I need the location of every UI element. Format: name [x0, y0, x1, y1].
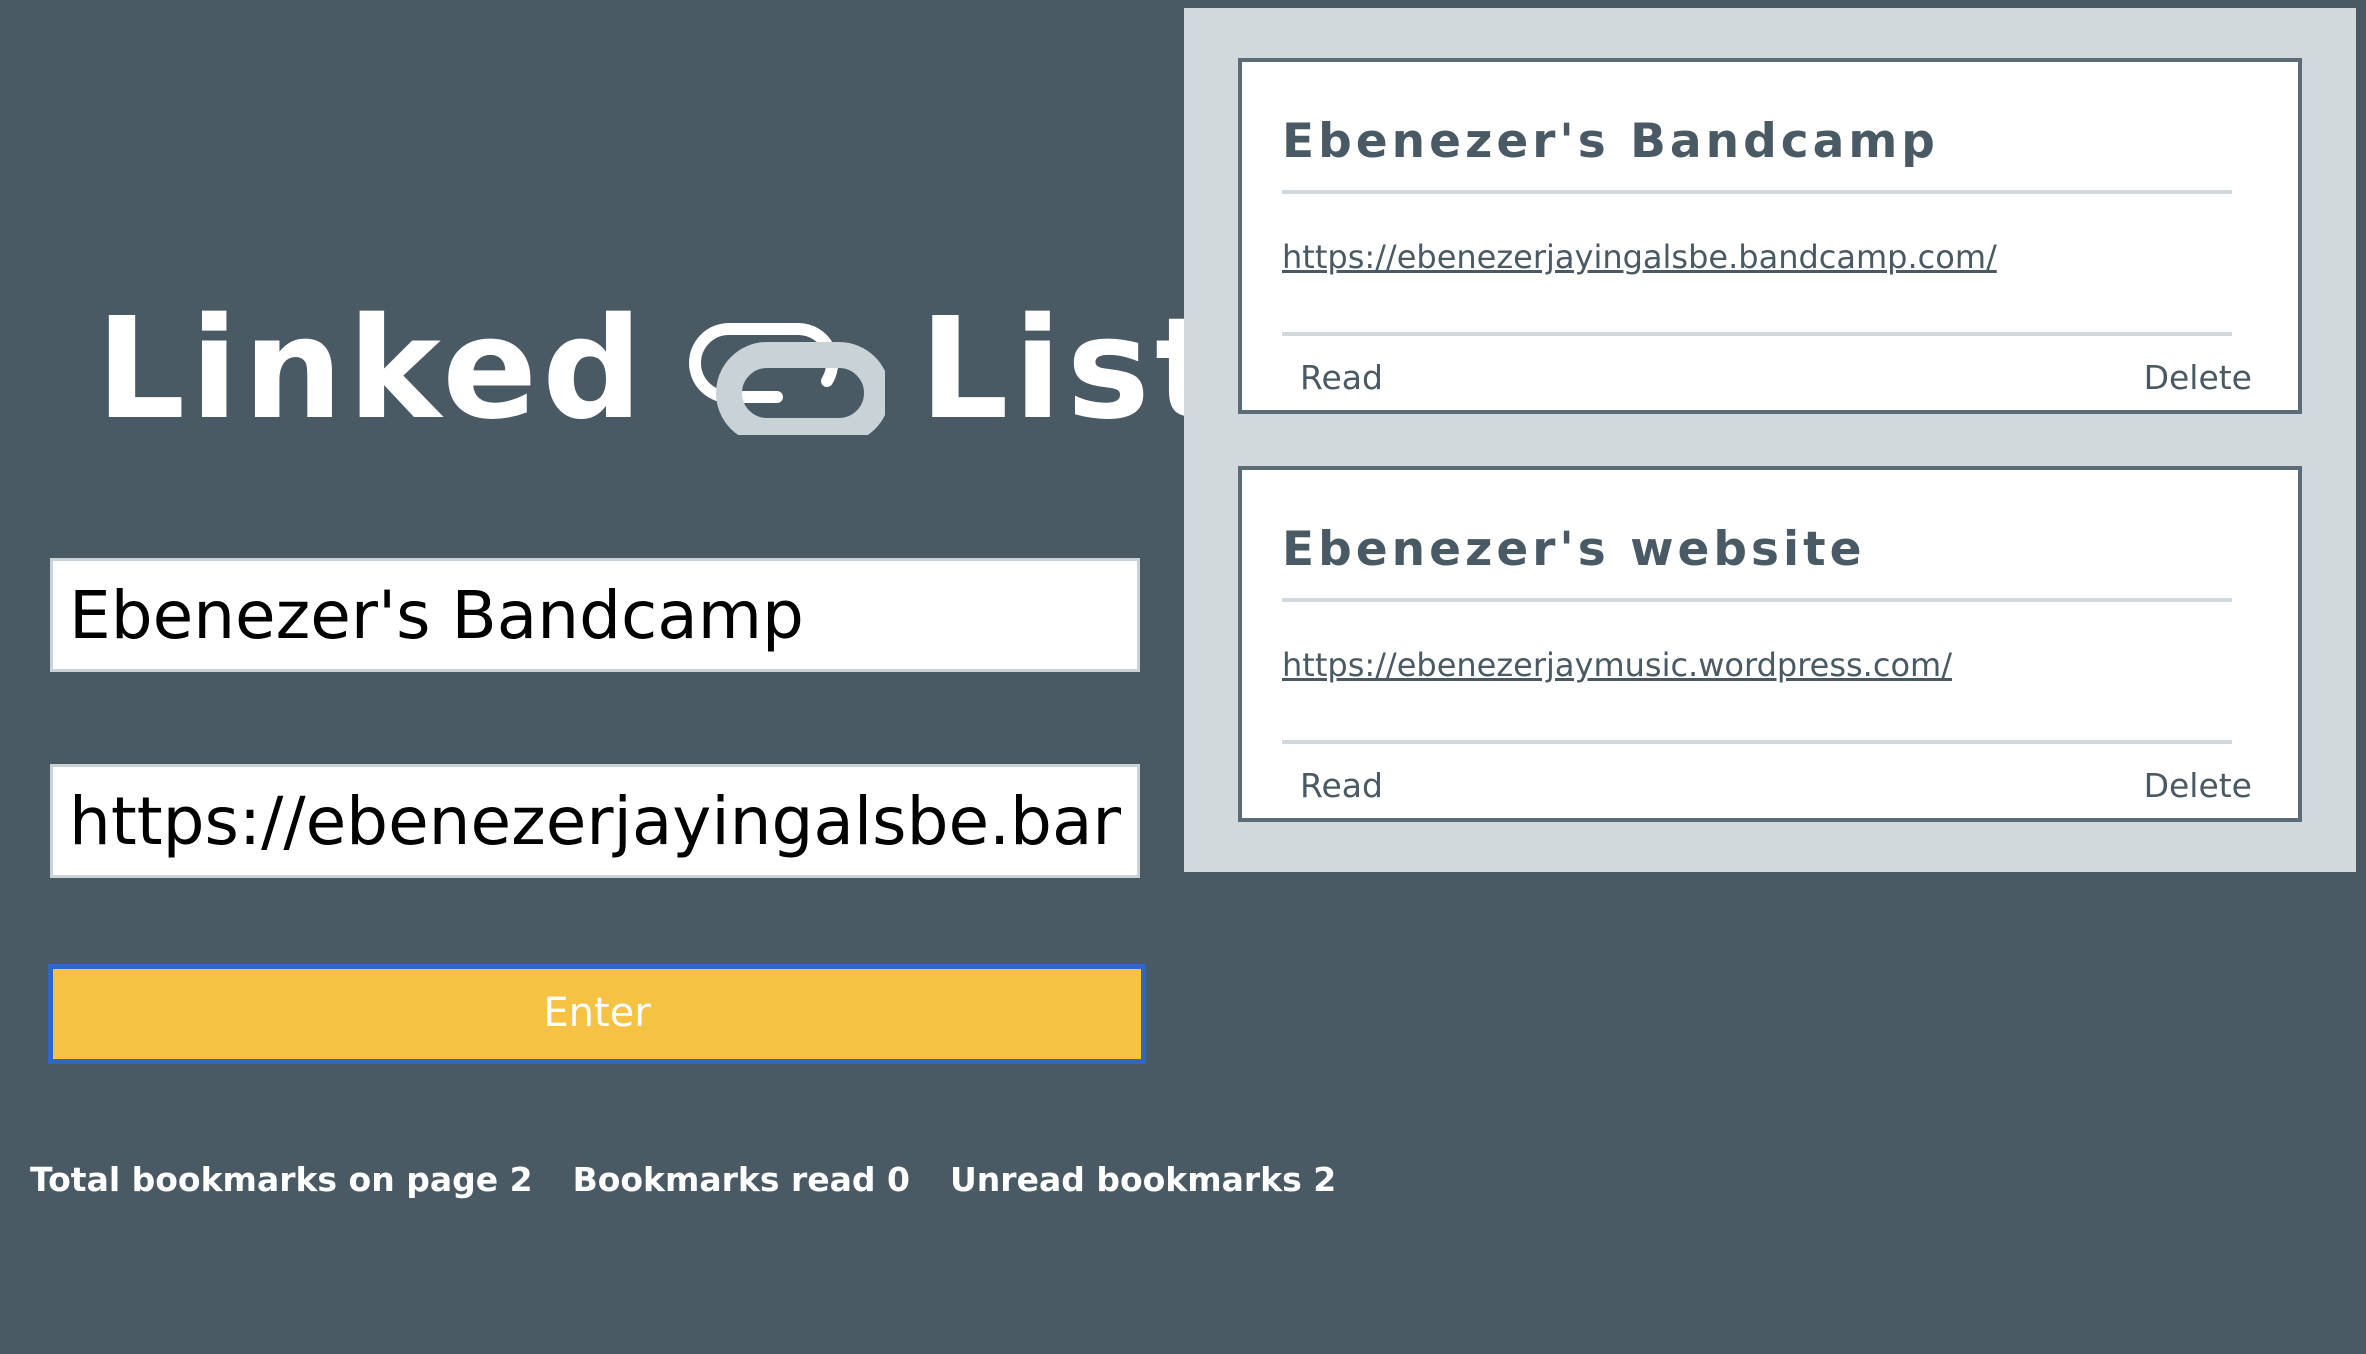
delete-button[interactable]: Delete: [2144, 766, 2252, 805]
bookmark-title-input[interactable]: [50, 558, 1140, 672]
bookmark-url-input[interactable]: [50, 764, 1140, 878]
unread-bookmarks-count: Unread bookmarks 2: [950, 1160, 1337, 1199]
bookmark-url-link[interactable]: https://ebenezerjaymusic.wordpress.com/: [1282, 646, 1952, 684]
bookmark-url-link[interactable]: https://ebenezerjayingalsbe.bandcamp.com…: [1282, 238, 1997, 276]
bookmark-title: Ebenezer's website: [1282, 522, 1866, 577]
bookmark-title: Ebenezer's Bandcamp: [1282, 114, 1939, 169]
divider: [1282, 332, 2232, 336]
divider: [1282, 190, 2232, 194]
bookmarks-read-count: Bookmarks read 0: [572, 1160, 911, 1199]
read-button[interactable]: Read: [1300, 766, 1383, 805]
input-panel: Linked List Enter Total bookmarks on pag…: [0, 0, 1336, 1354]
paperclip-link-icon: [685, 305, 891, 444]
bookmark-card: Ebenezer's Bandcamp https://ebenezerjayi…: [1238, 58, 2302, 414]
divider: [1282, 740, 2232, 744]
bookmark-list: Ebenezer's Bandcamp https://ebenezerjayi…: [1184, 8, 2356, 872]
divider: [1282, 598, 2232, 602]
logo-word-linked: Linked: [96, 288, 648, 451]
total-bookmarks-count: Total bookmarks on page 2: [30, 1160, 533, 1199]
enter-button[interactable]: Enter: [48, 964, 1146, 1064]
read-button[interactable]: Read: [1300, 358, 1383, 397]
delete-button[interactable]: Delete: [2144, 358, 2252, 397]
bookmark-stats: Total bookmarks on page 2 Bookmarks read…: [30, 1160, 1336, 1199]
bookmark-card: Ebenezer's website https://ebenezerjaymu…: [1238, 466, 2302, 822]
app-logo: Linked List: [96, 288, 1222, 451]
logo-word-list: List: [919, 288, 1227, 451]
